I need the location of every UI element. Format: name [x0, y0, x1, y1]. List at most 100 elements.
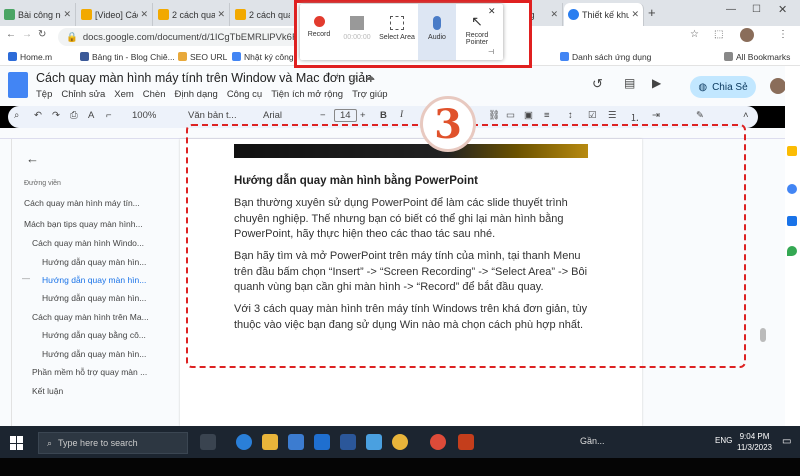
menu-format[interactable]: Định dạng — [175, 89, 218, 100]
forward-icon[interactable]: → — [22, 29, 32, 40]
menu-view[interactable]: Xem — [114, 89, 134, 100]
edit-mode-icon[interactable]: ✎ — [696, 110, 704, 121]
maximize-icon[interactable]: ☐ — [752, 4, 761, 15]
mail-icon[interactable] — [314, 434, 330, 450]
task-view-icon[interactable] — [200, 434, 216, 450]
bookmark-item[interactable]: SEO URL — [178, 52, 227, 62]
move-folder-icon[interactable]: ▭ — [348, 72, 357, 83]
weather-widget[interactable]: Gần... — [580, 436, 605, 446]
outline-item[interactable]: Hướng dẫn quay bằng cô... — [42, 330, 146, 340]
print-icon[interactable]: ⎙ — [70, 110, 78, 121]
outline-item[interactable]: Hướng dẫn quay màn hìn... — [42, 293, 146, 303]
outline-item[interactable]: Kết luận — [32, 386, 63, 396]
search-menus-icon[interactable]: ⌕ — [14, 110, 19, 121]
outline-item[interactable]: Hướng dẫn quay màn hìn... — [42, 349, 146, 359]
edge-icon[interactable] — [236, 434, 252, 450]
align-icon[interactable]: ≡ — [544, 110, 550, 121]
menu-insert[interactable]: Chèn — [143, 89, 166, 100]
outline-item[interactable]: Cách quay màn hình máy tín... — [24, 198, 140, 208]
font-size-input[interactable]: 14 — [334, 109, 357, 122]
increase-font-size-icon[interactable]: + — [360, 110, 366, 121]
close-icon[interactable]: ✕ — [550, 9, 558, 20]
paint-format-icon[interactable]: ⌐ — [106, 110, 112, 121]
numbered-list-icon[interactable]: ⒈ — [630, 110, 640, 124]
notification-icon[interactable]: ▭ — [782, 436, 791, 447]
redo-icon[interactable]: ↷ — [52, 110, 60, 121]
tab-3[interactable]: 2 cách quay — [231, 3, 295, 26]
menu-help[interactable]: Trợ giúp — [352, 89, 387, 100]
contacts-icon[interactable] — [787, 216, 797, 226]
stop-button[interactable]: 00:00:00 — [338, 4, 376, 41]
docs-logo-icon[interactable] — [8, 72, 28, 98]
tasks-icon[interactable] — [787, 184, 797, 194]
close-icon[interactable]: ✕ — [63, 9, 71, 20]
select-area-button[interactable]: Select Area — [378, 4, 416, 41]
bold-icon[interactable]: B — [380, 110, 387, 121]
document-title[interactable]: Cách quay màn hình máy tính trên Window … — [36, 71, 372, 85]
bookmark-item[interactable]: Danh sách ứng dụng — [560, 52, 651, 62]
keep-icon[interactable] — [787, 146, 797, 156]
share-button[interactable]: ◍ Chia Sẻ — [690, 76, 756, 98]
scrollbar-thumb[interactable] — [760, 328, 766, 342]
back-arrow-icon[interactable]: ← — [26, 151, 39, 166]
powerpoint-icon[interactable] — [458, 434, 474, 450]
menu-extensions[interactable]: Tiện ích mở rộng — [271, 89, 343, 100]
spellcheck-icon[interactable]: A — [88, 110, 94, 121]
back-icon[interactable]: ← — [6, 29, 16, 40]
indent-icon[interactable]: ⇥ — [652, 110, 660, 121]
star-icon[interactable]: ☆ — [690, 29, 699, 40]
meet-icon[interactable]: ▶ — [652, 76, 661, 90]
menu-file[interactable]: Tệp — [36, 89, 52, 100]
close-icon[interactable]: ✕ — [217, 9, 225, 20]
menu-tools[interactable]: Công cụ — [227, 89, 262, 100]
word-icon[interactable] — [340, 434, 356, 450]
checklist-icon[interactable]: ☑ — [588, 110, 597, 121]
outline-item[interactable]: Cách quay màn hình Windo... — [32, 238, 144, 248]
vertical-ruler[interactable] — [0, 139, 12, 426]
outline-item[interactable]: Hướng dẫn quay màn hìn... — [42, 257, 146, 267]
avatar[interactable] — [740, 28, 754, 42]
chrome-icon[interactable] — [430, 434, 446, 450]
app-icon[interactable] — [366, 434, 382, 450]
avatar[interactable] — [770, 78, 786, 94]
decrease-font-size-icon[interactable]: − — [320, 110, 326, 121]
comment-icon[interactable]: ▤ — [624, 76, 635, 90]
bullet-list-icon[interactable]: ☰ — [608, 110, 617, 121]
link-icon[interactable]: ⛓ — [488, 110, 500, 121]
add-comment-icon[interactable]: ▭ — [506, 110, 515, 121]
windows-start-icon[interactable] — [10, 436, 24, 450]
bookmark-item[interactable]: Bảng tin - Blog Chiê... — [80, 52, 175, 62]
all-bookmarks[interactable]: All Bookmarks — [724, 52, 790, 62]
pin-icon[interactable]: ⊣ — [488, 48, 494, 56]
bookmark-item[interactable]: Home.m — [8, 52, 52, 62]
tab-2[interactable]: 2 cách quay✕ — [154, 3, 230, 26]
outline-item[interactable]: Phần mềm hỗ trợ quay màn ... — [32, 367, 147, 377]
outline-item[interactable]: Mách bạn tips quay màn hình... — [24, 219, 143, 229]
collapse-toolbar-icon[interactable]: ˄ — [743, 110, 749, 121]
menu-edit[interactable]: Chỉnh sửa — [61, 89, 105, 100]
extensions-icon[interactable]: ⬚ — [714, 29, 723, 40]
outline-item[interactable]: Cách quay màn hình trên Ma... — [32, 312, 149, 322]
outline-item-active[interactable]: Hướng dẫn quay màn hìn... — [42, 275, 146, 285]
font-select[interactable]: Arial — [263, 110, 282, 121]
image-icon[interactable]: ▣ — [524, 110, 533, 121]
taskbar-clock[interactable]: 9:04 PM 11/3/2023 — [737, 431, 772, 453]
close-icon[interactable]: ✕ — [488, 6, 496, 17]
reload-icon[interactable]: ↻ — [38, 29, 46, 40]
record-button[interactable]: Record — [300, 4, 338, 38]
close-icon[interactable]: ✕ — [631, 9, 639, 20]
store-icon[interactable] — [288, 434, 304, 450]
file-explorer-icon[interactable] — [262, 434, 278, 450]
window-close-icon[interactable]: ✕ — [778, 3, 787, 16]
undo-icon[interactable]: ↶ — [34, 110, 42, 121]
app-icon[interactable] — [392, 434, 408, 450]
history-icon[interactable]: ↺ — [592, 76, 603, 92]
audio-button[interactable]: Audio — [418, 4, 456, 60]
star-icon[interactable]: ☆ — [333, 72, 342, 83]
menu-kebab-icon[interactable]: ⋮ — [778, 29, 788, 40]
close-icon[interactable]: ✕ — [140, 9, 148, 20]
tab-1[interactable]: [Video] Các ✕ — [77, 3, 153, 26]
minimize-icon[interactable]: — — [726, 4, 736, 15]
italic-icon[interactable]: I — [400, 110, 403, 120]
line-spacing-icon[interactable]: ↕ — [568, 110, 573, 121]
